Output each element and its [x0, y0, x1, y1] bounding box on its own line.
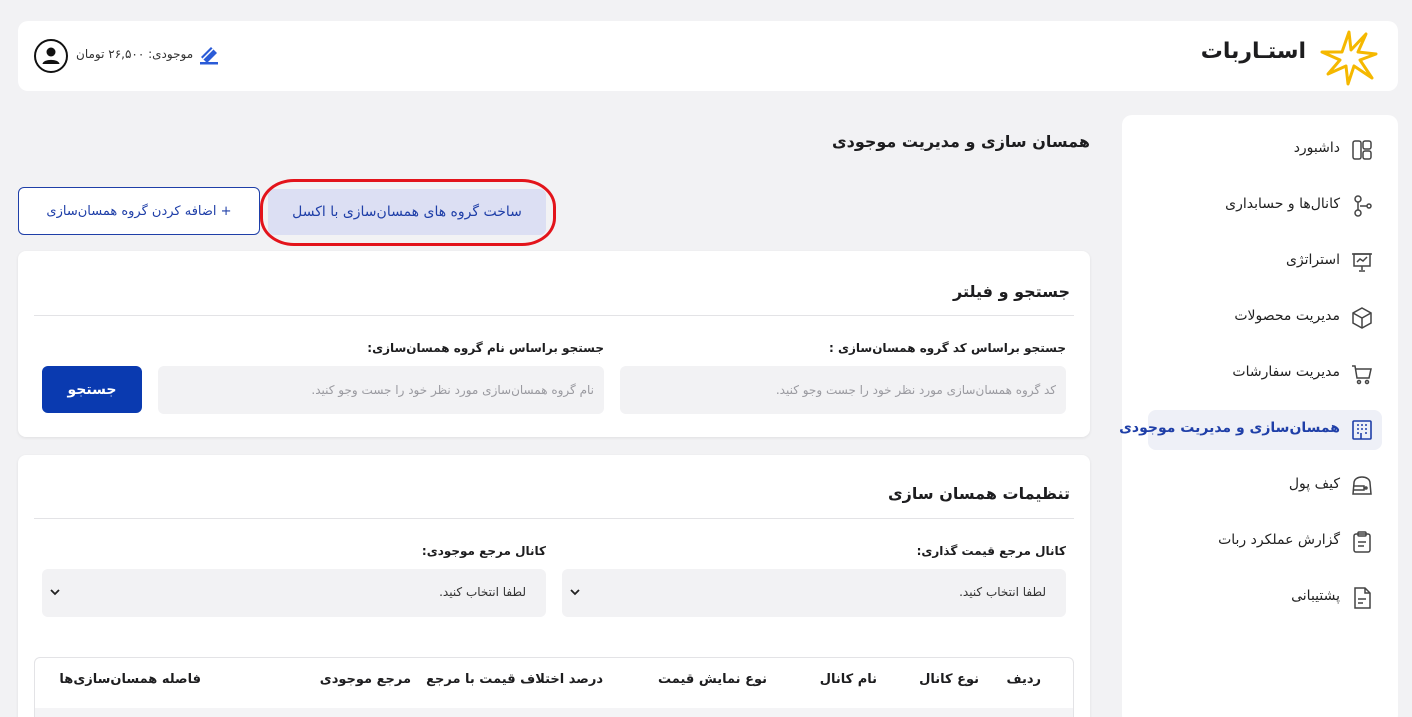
sidebar-item-dashboard[interactable]: داشبورد — [1148, 130, 1382, 170]
user-icon — [42, 47, 60, 64]
table-header-inventory-reference: مرجع موجودی — [319, 672, 411, 687]
table-header-price-display-type: نوع نمایش قیمت — [658, 672, 767, 687]
chevron-down-icon — [50, 589, 60, 596]
sidebar-item-orders[interactable]: مدیریت سفارشات — [1148, 354, 1382, 394]
sidebar-item-label: مدیریت سفارشات — [1232, 364, 1340, 380]
coin-stack-icon — [200, 47, 218, 65]
dashboard-icon — [1352, 140, 1372, 160]
sidebar-item-strategy[interactable]: استراتژی — [1148, 242, 1382, 282]
pricing-channel-select[interactable]: لطفا انتخاب کنید. — [562, 569, 1066, 617]
divider — [34, 518, 1074, 519]
add-sync-group-button[interactable]: + اضافه کردن گروه همسان‌سازی — [18, 187, 260, 235]
sidebar-item-bot-report[interactable]: گزارش عملکرد ربات — [1148, 522, 1382, 562]
pricing-channel-label: کانال مرجع قیمت گذاری: — [916, 544, 1066, 558]
search-filter-card: جستجو و فیلتر جستجو براساس کد گروه همسان… — [18, 251, 1090, 437]
search-card-title: جستجو و فیلتر — [952, 282, 1070, 301]
chevron-down-icon — [570, 589, 580, 596]
name-search-label: جستجو براساس نام گروه همسان‌سازی: — [367, 341, 604, 355]
inventory-channel-value: لطفا انتخاب کنید. — [439, 585, 526, 599]
table-header-channel-type: نوع کانال — [919, 672, 979, 687]
sidebar-item-wallet[interactable]: کیف پول — [1148, 466, 1382, 506]
search-button[interactable]: جستجو — [42, 366, 142, 413]
code-search-input[interactable] — [620, 366, 1066, 414]
sidebar-item-label: پشتیبانی — [1291, 588, 1340, 604]
clipboard-icon — [1353, 531, 1371, 553]
sidebar: داشبورد کانال‌ها و حسابداری استراتژی مدی… — [1119, 115, 1398, 717]
sidebar-item-products[interactable]: مدیریت محصولات — [1148, 298, 1382, 338]
inventory-channel-label: کانال مرجع موجودی: — [421, 544, 546, 558]
building-icon — [1352, 420, 1372, 440]
channels-icon — [1354, 195, 1372, 217]
sidebar-item-label: همسان‌سازی و مدیریت موجودی — [1119, 420, 1340, 436]
logo-star-icon — [1320, 30, 1378, 86]
table-row — [35, 708, 1073, 717]
table-header-sync-interval: فاصله همسان‌سازی‌ها — [59, 672, 201, 687]
pricing-channel-value: لطفا انتخاب کنید. — [959, 585, 1046, 599]
sidebar-item-label: کانال‌ها و حسابداری — [1225, 196, 1340, 212]
inventory-channel-select[interactable]: لطفا انتخاب کنید. — [42, 569, 546, 617]
page-title: همسان سازی و مدیریت موجودی — [831, 132, 1090, 151]
user-avatar[interactable] — [34, 39, 68, 73]
sidebar-item-channels[interactable]: کانال‌ها و حسابداری — [1148, 186, 1382, 226]
sidebar-item-label: استراتژی — [1285, 252, 1340, 268]
sidebar-item-label: داشبورد — [1293, 140, 1340, 156]
table-header-row-number: ردیف — [1006, 672, 1041, 687]
divider — [34, 315, 1074, 316]
table-header-price-diff-percent: درصد اختلاف قیمت با مرجع — [426, 672, 603, 687]
sidebar-item-sync-inventory[interactable]: همسان‌سازی و مدیریت موجودی — [1119, 410, 1382, 450]
excel-sync-groups-button[interactable]: ساخت گروه های همسان‌سازی با اکسل — [268, 189, 546, 235]
name-search-input[interactable] — [158, 366, 604, 414]
sidebar-item-support[interactable]: پشتیبانی — [1148, 578, 1382, 618]
code-search-label: جستجو براساس کد گروه همسان‌سازی : — [829, 341, 1066, 355]
logo-text: استـاربات — [1200, 39, 1306, 64]
sidebar-item-label: گزارش عملکرد ربات — [1218, 532, 1340, 548]
balance-text: موجودی: ۲۶,۵۰۰ تومان — [76, 47, 194, 61]
table-header-channel-name: نام کانال — [819, 672, 877, 687]
sidebar-item-label: مدیریت محصولات — [1234, 308, 1340, 324]
settings-card-title: تنظیمات همسان سازی — [888, 484, 1070, 503]
document-icon — [1354, 587, 1371, 609]
strategy-icon — [1352, 253, 1372, 272]
cart-icon — [1352, 365, 1372, 385]
wallet-icon — [1352, 476, 1372, 495]
top-header: استـاربات موجودی: ۲۶,۵۰۰ تومان — [18, 21, 1398, 91]
sidebar-item-label: کیف پول — [1288, 476, 1340, 492]
box-icon — [1352, 307, 1372, 329]
sync-settings-card: تنظیمات همسان سازی کانال مرجع قیمت گذاری… — [18, 455, 1090, 717]
sync-table: ردیف نوع کانال نام کانال نوع نمایش قیمت … — [34, 657, 1074, 717]
